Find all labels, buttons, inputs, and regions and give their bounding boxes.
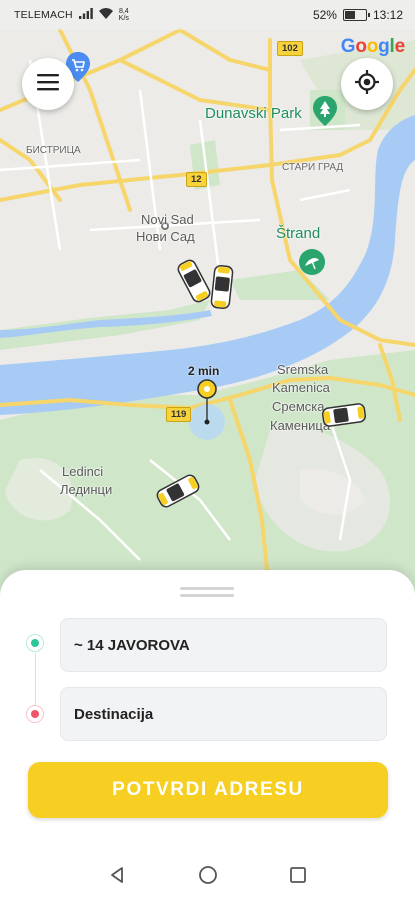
route-connector-line <box>34 653 36 705</box>
google-logo: Google <box>341 36 405 58</box>
menu-button[interactable] <box>22 58 74 110</box>
road-shield-12: 12 <box>186 172 207 187</box>
battery-icon <box>342 9 370 21</box>
triangle-back-icon <box>109 866 127 889</box>
clock: 13:12 <box>372 8 403 22</box>
map-label-stari-grad: СТАРИ ГРАД <box>282 162 344 173</box>
signal-icon <box>78 8 93 22</box>
map-label-kamenica-cyrillic: Каменица <box>270 418 331 433</box>
map-label-sremska-latin: Sremska <box>277 362 329 377</box>
hamburger-icon <box>37 73 59 96</box>
square-recents-icon <box>289 866 307 889</box>
pickup-dot-inner <box>31 639 39 647</box>
google-letter: o <box>355 36 367 57</box>
network-speed: 8,4 K/s <box>119 8 129 22</box>
map-label-ledinci-cyrillic: Лединци <box>60 482 113 497</box>
sheet-drag-handle[interactable] <box>180 587 234 601</box>
destination-dot-icon <box>26 705 44 723</box>
pickup-address-value: ~ 14 JAVOROVA <box>74 636 190 654</box>
google-letter: o <box>366 36 379 57</box>
map-label-kamenica-latin: Kamenica <box>272 380 330 395</box>
pickup-eta-label: 2 min <box>188 364 220 378</box>
park-tree-pin-icon[interactable] <box>313 96 337 131</box>
address-bottom-sheet[interactable]: ~ 14 JAVOROVA Destinacija POTVRDI ADRESU <box>0 570 415 900</box>
map-label-dunavski-park: Dunavski Park <box>205 105 302 122</box>
my-location-button[interactable] <box>341 58 393 110</box>
map-label-novi-sad-cyrillic: Нови Сад <box>136 229 195 244</box>
confirm-address-button[interactable]: POTVRDI ADRESU <box>28 762 388 818</box>
google-letter: g <box>378 36 390 57</box>
nav-back-button[interactable] <box>106 866 130 890</box>
google-letter: e <box>394 36 406 57</box>
map-label-strand: Štrand <box>276 225 321 242</box>
pickup-dot-icon <box>26 634 44 652</box>
battery-fill <box>344 11 355 19</box>
battery-percent: 52% <box>312 8 337 22</box>
nav-home-button[interactable] <box>196 866 220 890</box>
nav-recents-button[interactable] <box>286 866 310 890</box>
crosshair-icon <box>354 69 380 100</box>
system-nav-bar <box>0 855 415 900</box>
status-bar: TELEMACH 8,4 K/s 52% 13:12 <box>0 0 415 30</box>
circle-home-icon <box>198 865 218 890</box>
road-shield-102: 102 <box>277 41 303 56</box>
destination-dot-inner <box>31 710 39 718</box>
pickup-address-field[interactable]: ~ 14 JAVOROVA <box>60 618 387 672</box>
wifi-icon <box>98 8 113 22</box>
network-speed-unit: K/s <box>118 15 129 22</box>
beach-pin-icon[interactable] <box>298 248 326 281</box>
network-speed-value: 8,4 <box>118 8 129 15</box>
map-label-novi-sad-latin: Novi Sad <box>141 212 194 227</box>
road-shield-119: 119 <box>166 407 192 422</box>
map-label-bistrica: БИСТРИЦА <box>26 145 81 156</box>
destination-field[interactable]: Destinacija <box>60 687 387 741</box>
google-letter: G <box>340 36 356 57</box>
taxi-car-icon <box>209 264 235 310</box>
map-label-ledinci-latin: Ledinci <box>62 464 104 479</box>
carrier-name: TELEMACH <box>14 9 73 21</box>
map-label-sremska-cyrillic: Сремска <box>272 399 325 414</box>
destination-placeholder: Destinacija <box>74 705 154 723</box>
map-view[interactable]: БИСТРИЦА Dunavski Park СТАРИ ГРАД Novi S… <box>0 0 415 600</box>
